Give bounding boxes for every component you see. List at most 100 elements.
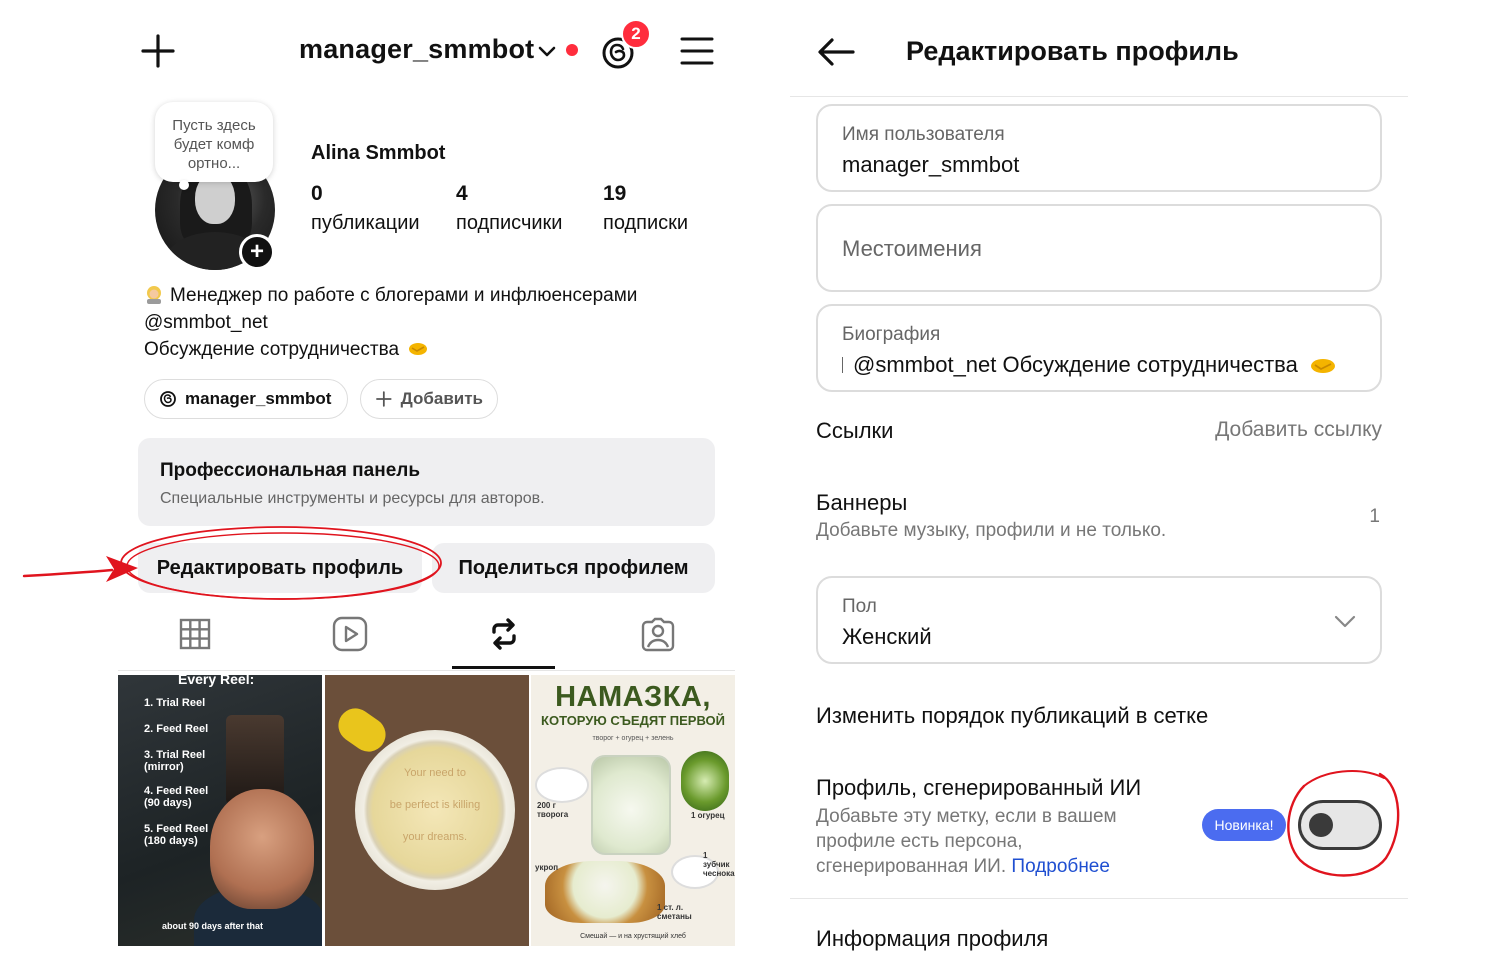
menu-icon[interactable]: [676, 30, 718, 72]
profile-bio: Менеджер по работе с блогерами и инфлюен…: [144, 282, 637, 363]
t1-face: [210, 789, 314, 909]
username-label: Имя пользователя: [842, 124, 1005, 145]
blonde-woman-emoji-icon: [147, 286, 161, 304]
annotation-ellipse-toggle: [1287, 770, 1400, 877]
t3-label-ukrop: укроп: [535, 863, 559, 872]
pro-dashboard-subtitle: Специальные инструменты и ресурсы для ав…: [160, 490, 545, 507]
links-label: Ссылки: [816, 418, 894, 443]
annotation-ellipse-edit: [120, 526, 442, 600]
back-arrow-icon[interactable]: [814, 32, 858, 72]
add-story-plus-icon[interactable]: +: [239, 234, 275, 270]
threads-pill-label: manager_smmbot: [185, 389, 332, 408]
stat-followers[interactable]: 4 подписчики: [456, 182, 562, 235]
gender-select[interactable]: Пол Женский: [816, 576, 1382, 664]
new-badge: Новинка!: [1202, 809, 1286, 841]
gender-label: Пол: [842, 596, 877, 617]
tab-tagged[interactable]: [634, 610, 682, 658]
bio-label: Биография: [842, 324, 941, 345]
pronouns-field[interactable]: Местоимения: [816, 204, 1382, 292]
note-text: Пусть здесь будет комф ортно...: [172, 117, 256, 172]
section-divider: [790, 898, 1408, 899]
add-link-pill[interactable]: Добавить: [360, 379, 498, 419]
repost-icon: [492, 618, 516, 650]
bread-with-spread: [545, 861, 665, 923]
t1-step-2: 2. Feed Reel: [144, 723, 209, 735]
edit-profile-screen: Редактировать профиль Имя пользователя m…: [760, 0, 1490, 980]
learn-more-link[interactable]: Подробнее: [1011, 856, 1110, 877]
cottage-cheese-bowl: [535, 767, 589, 803]
bio-line-3: Обсуждение сотрудничества: [144, 339, 400, 360]
t3-ingredients: творог + огурец + зелень: [592, 735, 674, 742]
t1-caption: about 90 days after that: [162, 921, 264, 931]
t1-step-4: 4. Feed Reel (90 days): [144, 785, 209, 809]
banners-label[interactable]: Баннеры: [816, 490, 907, 516]
pro-dashboard-title: Профессиональная панель: [160, 460, 421, 481]
t2-line-3: your dreams.: [402, 831, 468, 843]
t3-label-tvorog: 200 г творога: [537, 801, 569, 819]
username-value[interactable]: manager_smmbot: [842, 152, 1356, 178]
reorder-grid-link[interactable]: Изменить порядок публикаций в сетке: [816, 703, 1208, 729]
t3-label-smetana: 1 ст. л. сметаны: [657, 903, 692, 921]
bio-line-1: Менеджер по работе с блогерами и инфлюен…: [170, 285, 638, 306]
threads-link-pill[interactable]: manager_smmbot: [144, 379, 348, 419]
ai-profile-description: Добавьте эту метку, если в вашем профиле…: [816, 804, 1136, 879]
professional-dashboard[interactable]: Профессиональная панель Специальные инст…: [138, 438, 715, 526]
handshake-emoji-icon: [409, 343, 428, 355]
grid-post-1[interactable]: Every Reel: 1. Trial Reel 2. Feed Reel 3…: [118, 675, 322, 946]
t1-step-3: 3. Trial Reel (mirror): [144, 749, 206, 773]
t3-subheadline: КОТОРУЮ СЪЕДЯТ ПЕРВОЙ: [541, 713, 725, 728]
pronouns-placeholder: Местоимения: [842, 236, 982, 261]
notifications-badge: 2: [621, 19, 651, 49]
plus-icon: [376, 391, 392, 407]
bio-line-2: @smmbot_net: [144, 312, 268, 333]
text-cursor: [842, 357, 843, 373]
username-field[interactable]: Имя пользователя manager_smmbot: [816, 104, 1382, 192]
header-divider: [790, 96, 1408, 97]
t1-step-5: 5. Feed Reel (180 days): [144, 823, 209, 847]
gender-value: Женский: [842, 624, 932, 649]
bio-value-row[interactable]: @smmbot_net Обсуждение сотрудничества: [842, 352, 1356, 378]
bio-field[interactable]: Биография @smmbot_net Обсуждение сотрудн…: [816, 304, 1382, 392]
chevron-down-icon[interactable]: [536, 40, 558, 62]
tab-reposts[interactable]: [480, 610, 528, 658]
cucumber: [681, 751, 729, 811]
t1-title: Every Reel:: [178, 675, 255, 687]
share-profile-button[interactable]: Поделиться профилем: [432, 543, 715, 593]
profile-info-link[interactable]: Информация профиля: [816, 926, 1048, 952]
t3-headline: НАМАЗКА,: [555, 681, 711, 713]
unread-dot: [566, 44, 578, 56]
t1-step-1: 1. Trial Reel: [144, 697, 206, 709]
tab-grid[interactable]: [171, 610, 219, 658]
t2-line-2: be perfect is killing: [389, 799, 481, 811]
grid-post-2[interactable]: Your need to be perfect is killing your …: [325, 675, 529, 946]
stat-posts[interactable]: 0 публикации: [311, 182, 420, 235]
display-name: Alina Smmbot: [311, 142, 446, 164]
note-bubble-tail: [179, 180, 189, 190]
tagged-person-icon: [641, 617, 675, 652]
add-pill-label: Добавить: [400, 389, 483, 408]
stat-followers-count: 4: [456, 182, 468, 205]
active-tab-indicator: [452, 666, 555, 669]
add-link-button[interactable]: Добавить ссылку: [1215, 418, 1382, 442]
grid-divider: [118, 670, 735, 671]
grid-icon: [179, 618, 211, 650]
stat-following[interactable]: 19 подписки: [603, 182, 688, 235]
bio-value: @smmbot_net Обсуждение сотрудничества: [853, 352, 1298, 377]
note-bubble[interactable]: Пусть здесь будет комф ортно...: [155, 102, 273, 182]
stat-following-label: подписки: [603, 212, 689, 234]
page-title: Редактировать профиль: [906, 36, 1239, 66]
create-plus-icon[interactable]: [135, 28, 181, 74]
spread-jar: [591, 755, 671, 855]
stat-followers-label: подписчики: [456, 212, 563, 234]
chevron-down-icon: [1334, 615, 1356, 628]
reels-icon: [332, 616, 368, 652]
banners-description: Добавьте музыку, профили и не только.: [816, 520, 1167, 541]
handshake-emoji-icon: [1310, 359, 1335, 373]
grid-post-3[interactable]: НАМАЗКА, КОТОРУЮ СЪЕДЯТ ПЕРВОЙ творог + …: [531, 675, 735, 946]
t3-label-chesnok: 1 зубчик чеснока: [703, 851, 735, 878]
banners-count: 1: [1369, 506, 1380, 527]
ai-profile-title: Профиль, сгенерированный ИИ: [816, 775, 1142, 800]
tab-reels[interactable]: [326, 610, 374, 658]
account-switcher-username[interactable]: manager_smmbot: [299, 34, 534, 65]
stat-posts-label: публикации: [311, 212, 420, 234]
